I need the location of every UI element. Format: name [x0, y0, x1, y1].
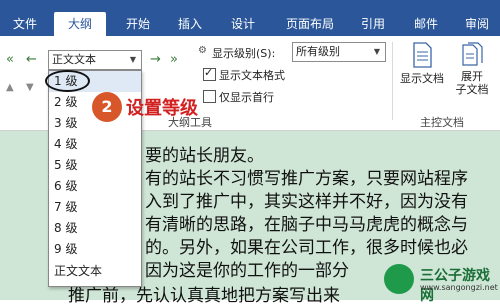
demote-to-body-icon[interactable]: »	[170, 52, 178, 67]
expand-subdocuments-icon	[462, 42, 483, 66]
dropdown-item-level-6[interactable]: 6 级	[49, 176, 141, 197]
watermark-logo-icon	[384, 264, 414, 294]
document-line: 因为这是你的工作的一部分	[145, 261, 349, 281]
tab-outline[interactable]: 大纲	[54, 12, 106, 36]
document-line: 入到了推广中，其实这样并不好，因为没有	[145, 192, 468, 212]
show-level-select[interactable]: 所有级别 ▼	[292, 42, 386, 62]
tab-page-layout[interactable]: 页面布局	[276, 12, 344, 36]
ribbon-tab-bar: 文件 大纲 开始 插入 设计 页面布局 引用 邮件 审阅	[0, 0, 500, 36]
tab-design[interactable]: 设计	[218, 12, 268, 36]
watermark-url: www.sangongzi.net	[420, 283, 498, 292]
dropdown-item-level-5[interactable]: 5 级	[49, 155, 141, 176]
tab-home[interactable]: 开始	[114, 12, 162, 36]
dropdown-item-body-text[interactable]: 正文文本	[49, 261, 141, 282]
dropdown-item-level-9[interactable]: 9 级	[49, 239, 141, 260]
promote-to-heading1-icon[interactable]: «	[6, 52, 14, 67]
tab-mailings[interactable]: 邮件	[402, 12, 450, 36]
show-text-format-checkbox[interactable]	[203, 66, 216, 81]
document-line: 有的站长不习惯写推广方案，只要网站程序	[145, 169, 468, 189]
dropdown-item-level-8[interactable]: 8 级	[49, 218, 141, 239]
show-level-label: 显示级别(S):	[212, 47, 276, 60]
dropdown-item-level-7[interactable]: 7 级	[49, 197, 141, 218]
first-line-only-checkbox[interactable]	[203, 90, 216, 103]
promote-icon[interactable]: ←	[26, 52, 37, 67]
document-line: 要的站长朋友。	[145, 146, 264, 166]
move-up-icon[interactable]: ▲	[6, 82, 14, 93]
step-badge: 2	[92, 92, 122, 122]
expand-label-line2: 子文档	[455, 83, 489, 96]
show-document-label: 显示文档	[400, 72, 444, 85]
chevron-down-icon[interactable]: ▼	[370, 44, 384, 60]
tab-references[interactable]: 引用	[350, 12, 396, 36]
expand-label-line1: 展开	[461, 70, 483, 83]
annotation-text: 设置等级	[126, 98, 198, 119]
group-label-master-document: 主控文档	[420, 116, 464, 129]
chevron-down-icon[interactable]: ▼	[126, 52, 140, 68]
watermark: 三公子游戏网 www.sangongzi.net	[380, 262, 500, 304]
document-line: 的。另外，如果在公司工作，很多时候也必	[145, 238, 468, 258]
show-text-format-label: 显示文本格式	[219, 69, 285, 82]
highlight-oval	[45, 70, 90, 92]
document-line: 有清晰的思路，在脑子中马马虎虎的概念与	[145, 215, 468, 235]
show-level-value: 所有级别	[296, 45, 340, 58]
tab-file[interactable]: 文件	[0, 12, 50, 36]
dropdown-item-level-4[interactable]: 4 级	[49, 134, 141, 155]
show-document-button[interactable]: 显示文档	[396, 42, 448, 86]
expand-subdocuments-button[interactable]: 展开 子文档	[452, 42, 492, 96]
outline-level-select[interactable]: 正文文本 ▼	[48, 50, 142, 70]
first-line-only-label: 仅显示首行	[219, 91, 274, 104]
group-separator	[392, 42, 393, 120]
move-down-icon[interactable]: ▼	[26, 82, 34, 93]
demote-icon[interactable]: →	[150, 52, 161, 67]
show-level-icon: ⚙	[198, 45, 207, 56]
show-document-icon	[413, 42, 432, 68]
tab-insert[interactable]: 插入	[166, 12, 214, 36]
outline-level-value: 正文文本	[52, 53, 96, 66]
tab-review[interactable]: 审阅	[454, 12, 500, 36]
